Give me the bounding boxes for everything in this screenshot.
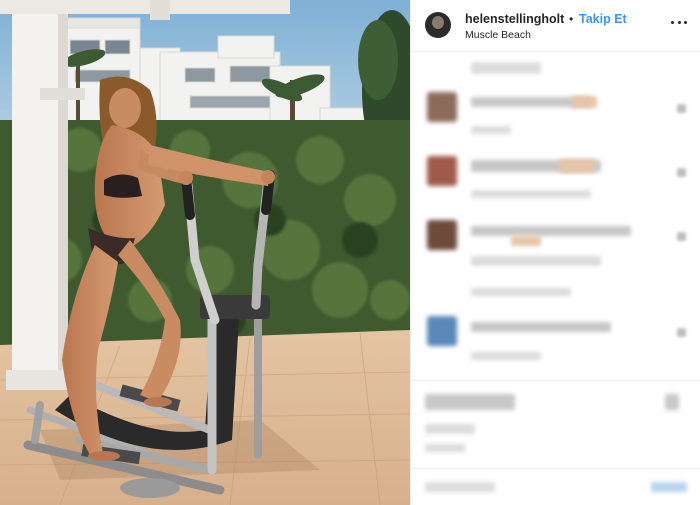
photo-illustration [0,0,410,505]
comment-input-divider [411,468,700,469]
blurred-meta [471,190,591,198]
avatar[interactable] [425,12,451,38]
blurred-comment-line [471,256,601,266]
comment-avatar[interactable] [427,220,457,250]
more-dot [671,20,674,24]
blurred-save-icon[interactable] [665,394,679,410]
blurred-emoji [559,159,595,173]
actions-divider [411,380,700,381]
like-comment-icon[interactable] [677,328,686,337]
blurred-comment-input[interactable] [425,482,495,492]
like-comment-icon[interactable] [677,232,686,241]
post-photo[interactable] [0,0,410,505]
blurred-timestamp [425,444,465,452]
follow-button[interactable]: Takip Et [579,12,627,26]
like-comment-icon[interactable] [677,104,686,113]
blurred-post-button[interactable] [651,482,687,492]
separator-dot: • [569,12,574,26]
blurred-meta [471,352,541,360]
blurred-meta [471,288,571,296]
more-options-icon[interactable] [671,14,687,30]
comment-avatar[interactable] [427,316,457,346]
blurred-action-icons[interactable] [425,394,515,410]
more-dot [677,20,681,24]
comment-avatar[interactable] [427,92,457,122]
blurred-emoji [571,96,597,108]
blurred-caption [471,62,541,74]
like-comment-icon[interactable] [677,168,686,177]
blurred-comment [471,226,631,236]
post-header: helenstellingholt • Takip Et Muscle Beac… [411,0,700,52]
blurred-emoji [511,236,541,246]
blurred-meta [471,126,511,134]
more-dot [684,20,687,24]
location-link[interactable]: Muscle Beach [465,29,531,41]
username-link[interactable]: helenstellingholt [465,12,564,26]
blurred-comment [471,322,611,332]
comment-avatar[interactable] [427,156,457,186]
post-sidebar: helenstellingholt • Takip Et Muscle Beac… [410,0,700,505]
blurred-likes [425,424,475,434]
